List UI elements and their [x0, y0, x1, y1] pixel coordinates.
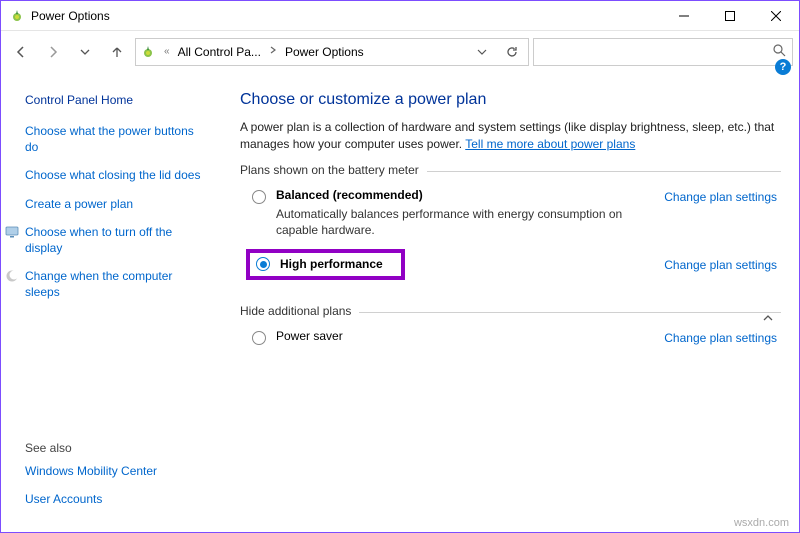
- address-dropdown-button[interactable]: [470, 40, 494, 64]
- group-legend: Plans shown on the battery meter: [240, 163, 427, 177]
- window-title: Power Options: [31, 9, 110, 23]
- search-icon: [773, 44, 786, 60]
- power-options-icon: [140, 44, 156, 60]
- collapse-button[interactable]: [759, 309, 777, 327]
- page-description: A power plan is a collection of hardware…: [240, 119, 781, 153]
- sidebar-link-turn-off-display[interactable]: Choose when to turn off the display: [25, 224, 208, 256]
- minimize-button[interactable]: [661, 1, 707, 31]
- maximize-button[interactable]: [707, 1, 753, 31]
- back-button[interactable]: [7, 38, 35, 66]
- watermark: wsxdn.com: [734, 517, 789, 529]
- sidebar-link-closing-lid[interactable]: Choose what closing the lid does: [25, 167, 208, 183]
- plan-name-label[interactable]: High performance: [280, 257, 383, 273]
- chevron-right-icon[interactable]: [267, 46, 279, 57]
- group-battery-meter-plans: Plans shown on the battery meter Balance…: [240, 171, 781, 291]
- learn-more-link[interactable]: Tell me more about power plans: [465, 137, 635, 151]
- sidebar: Control Panel Home Choose what the power…: [1, 73, 226, 533]
- breadcrumb-segment[interactable]: All Control Pa...: [178, 45, 261, 59]
- moon-icon: [5, 269, 19, 283]
- navbar: « All Control Pa... Power Options: [1, 31, 799, 73]
- forward-button[interactable]: [39, 38, 67, 66]
- radio-power-saver[interactable]: [252, 331, 266, 345]
- recent-locations-button[interactable]: [71, 38, 99, 66]
- change-plan-settings-link[interactable]: Change plan settings: [664, 331, 777, 345]
- plan-balanced: Balanced (recommended) Automatically bal…: [242, 184, 779, 245]
- plan-power-saver: Power saver Change plan settings: [242, 325, 779, 351]
- sidebar-link-user-accounts[interactable]: User Accounts: [25, 491, 208, 507]
- sidebar-link-power-buttons[interactable]: Choose what the power buttons do: [25, 123, 208, 155]
- control-panel-home-link[interactable]: Control Panel Home: [25, 93, 208, 107]
- plan-high-performance: High performance Change plan settings: [242, 245, 779, 287]
- body: ? Control Panel Home Choose what the pow…: [1, 73, 799, 533]
- highlight-box: High performance: [246, 249, 405, 281]
- sidebar-link-create-plan[interactable]: Create a power plan: [25, 196, 208, 212]
- sidebar-link-mobility-center[interactable]: Windows Mobility Center: [25, 463, 208, 479]
- main-content: Choose or customize a power plan A power…: [226, 73, 799, 533]
- sidebar-link-computer-sleeps[interactable]: Change when the computer sleeps: [25, 268, 208, 300]
- up-button[interactable]: [103, 38, 131, 66]
- group-additional-plans: Hide additional plans Power saver Change…: [240, 312, 781, 355]
- monitor-icon: [5, 225, 19, 239]
- close-button[interactable]: [753, 1, 799, 31]
- sidebar-link-label: Change when the computer sleeps: [25, 269, 172, 299]
- radio-high-performance[interactable]: [256, 257, 270, 271]
- refresh-button[interactable]: [500, 40, 524, 64]
- power-options-icon: [9, 8, 25, 24]
- see-also-heading: See also: [25, 441, 208, 455]
- plan-name-label[interactable]: Balanced (recommended): [276, 188, 654, 204]
- plan-description: Automatically balances performance with …: [276, 206, 636, 238]
- change-plan-settings-link[interactable]: Change plan settings: [664, 258, 777, 272]
- titlebar: Power Options: [1, 1, 799, 31]
- change-plan-settings-link[interactable]: Change plan settings: [664, 190, 777, 204]
- chevron-left-icon[interactable]: «: [162, 46, 172, 57]
- breadcrumb-segment[interactable]: Power Options: [285, 45, 364, 59]
- plan-name-label[interactable]: Power saver: [276, 329, 654, 345]
- page-heading: Choose or customize a power plan: [240, 91, 781, 109]
- address-bar[interactable]: « All Control Pa... Power Options: [135, 38, 529, 66]
- sidebar-link-label: Choose when to turn off the display: [25, 225, 172, 255]
- group-legend[interactable]: Hide additional plans: [240, 304, 359, 318]
- search-input[interactable]: [533, 38, 793, 66]
- radio-balanced[interactable]: [252, 190, 266, 204]
